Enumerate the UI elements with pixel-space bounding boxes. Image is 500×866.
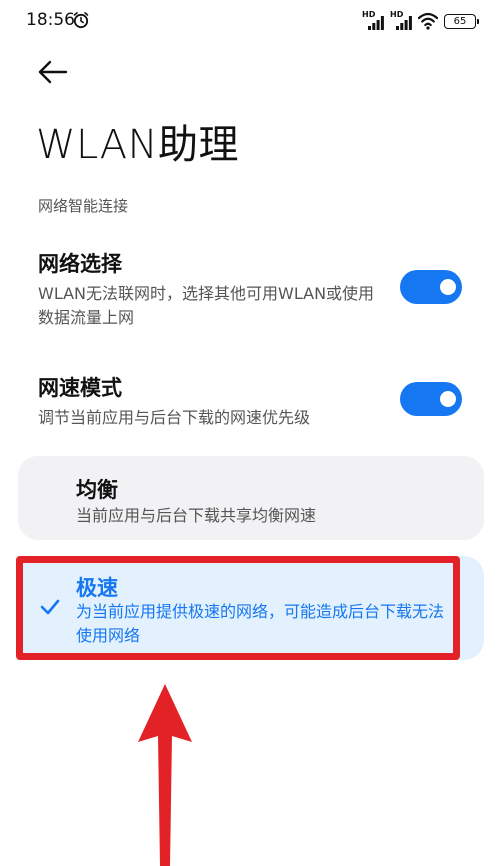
option-fast[interactable]: 极速 为当前应用提供极速的网络，可能造成后台下载无法使用网络 bbox=[18, 556, 484, 660]
option-desc: 当前应用与后台下载共享均衡网速 bbox=[76, 506, 317, 525]
network-selection-toggle[interactable] bbox=[400, 270, 462, 304]
option-title: 极速 bbox=[76, 576, 118, 600]
setting-title: 网络选择 bbox=[38, 252, 122, 276]
speed-mode-toggle[interactable] bbox=[400, 382, 462, 416]
annotation-arrow-icon bbox=[138, 684, 192, 866]
signal-icon: HD bbox=[362, 10, 384, 30]
battery-level: 65 bbox=[453, 15, 467, 27]
status-time: 18:56 bbox=[26, 10, 75, 30]
status-icons: HD HD 65 bbox=[362, 10, 479, 31]
battery-icon: 65 bbox=[444, 13, 479, 29]
option-balanced[interactable]: 均衡 当前应用与后台下载共享均衡网速 bbox=[18, 456, 484, 540]
option-desc: 为当前应用提供极速的网络，可能造成后台下载无法使用网络 bbox=[76, 602, 445, 645]
status-bar: 18:56 HD HD 65 bbox=[0, 0, 500, 44]
page-title: WLAN助理 bbox=[36, 122, 240, 168]
toggle-knob bbox=[440, 279, 456, 295]
signal-icon-2: HD bbox=[390, 10, 412, 30]
back-arrow-icon[interactable] bbox=[36, 58, 70, 86]
option-title: 均衡 bbox=[76, 478, 118, 502]
toggle-knob bbox=[440, 391, 456, 407]
section-label: 网络智能连接 bbox=[38, 197, 129, 215]
setting-desc: 调节当前应用与后台下载的网速优先级 bbox=[38, 408, 311, 427]
setting-speed-mode[interactable]: 网速模式 调节当前应用与后台下载的网速优先级 bbox=[38, 372, 468, 430]
alarm-icon bbox=[73, 12, 89, 29]
setting-network-selection[interactable]: 网络选择 WLAN无法联网时，选择其他可用WLAN或使用数据流量上网 bbox=[38, 248, 468, 330]
wifi-icon bbox=[418, 12, 438, 30]
check-icon bbox=[40, 599, 60, 615]
setting-desc: WLAN无法联网时，选择其他可用WLAN或使用数据流量上网 bbox=[38, 284, 375, 327]
